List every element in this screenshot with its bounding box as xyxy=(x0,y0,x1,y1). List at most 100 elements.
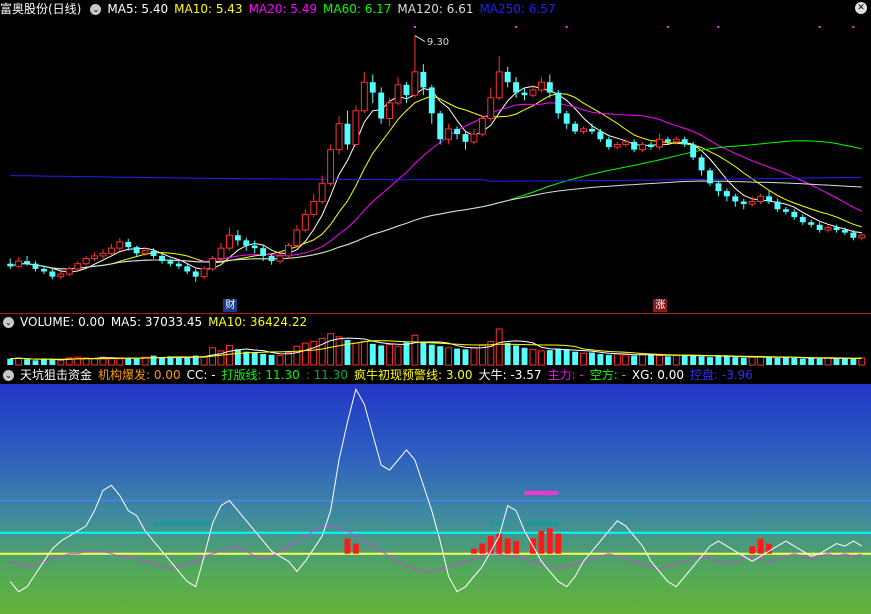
volume-bar xyxy=(301,342,309,366)
candle xyxy=(125,241,132,248)
volume-bar xyxy=(445,347,453,366)
candle xyxy=(748,200,756,205)
price-legend: 富奥股份(日线) ⌄ MA5: 5.40 MA10: 5.43 MA20: 5.49… xyxy=(0,0,568,18)
candle xyxy=(293,229,301,247)
chevron-down-icon[interactable]: ⌄ xyxy=(3,369,14,381)
candle xyxy=(454,128,461,135)
candle xyxy=(833,227,840,230)
candle xyxy=(622,141,630,145)
ma-line-MA20 xyxy=(10,102,863,270)
volume-bar xyxy=(394,345,402,366)
volume-bar xyxy=(276,355,284,366)
volume-bar xyxy=(310,341,318,366)
chevron-down-icon[interactable]: ⌄ xyxy=(3,316,14,328)
volume-bar xyxy=(234,349,241,365)
candle xyxy=(285,245,292,257)
signal-dot xyxy=(717,26,720,28)
volume-ma10-line xyxy=(10,340,862,360)
volume-bar xyxy=(537,350,545,366)
volume-bar xyxy=(748,356,756,366)
volume-bar xyxy=(580,352,587,366)
candle xyxy=(597,131,604,140)
volume-bar xyxy=(91,358,98,366)
signal-bar xyxy=(479,543,486,554)
signal-bar xyxy=(352,543,359,554)
indicator-label-9: XG: 0.00 xyxy=(631,368,684,382)
close-icon[interactable]: ✕ xyxy=(855,2,867,14)
ma-label-0: MA5: 5.40 xyxy=(107,2,169,16)
candle xyxy=(335,123,343,151)
earnings-tag[interactable]: 财 xyxy=(223,299,238,312)
candle xyxy=(192,271,199,277)
volume-bar xyxy=(639,354,647,366)
indicator-chart xyxy=(0,387,871,593)
candle xyxy=(555,92,562,114)
volume-bar xyxy=(495,328,503,366)
volume-bar xyxy=(774,357,781,365)
volume-bar xyxy=(251,352,258,365)
volume-bar xyxy=(698,356,705,365)
ma-line-MA250 xyxy=(10,175,862,182)
candle xyxy=(184,266,191,272)
volume-bar xyxy=(605,354,612,365)
candle xyxy=(799,217,806,223)
candle xyxy=(690,144,697,158)
candle xyxy=(251,245,258,249)
candle xyxy=(310,200,318,215)
candle xyxy=(672,138,680,143)
candle xyxy=(209,258,217,270)
chevron-down-icon[interactable]: ⌄ xyxy=(90,3,102,15)
volume-bar xyxy=(268,354,275,365)
candle xyxy=(715,183,722,192)
candle xyxy=(225,234,233,249)
candle xyxy=(420,71,427,88)
ma-labels: MA5: 5.40 MA10: 5.43 MA20: 5.49 MA60: 6.17 M… xyxy=(107,0,561,18)
volume-bar xyxy=(184,357,191,365)
ma-label-3: MA60: 6.17 xyxy=(323,2,392,16)
volume-bar xyxy=(49,359,56,365)
candle xyxy=(495,71,503,99)
candle xyxy=(513,82,520,93)
volume-bar xyxy=(150,355,157,365)
candle xyxy=(816,224,823,230)
candle xyxy=(589,128,595,132)
ma-label-5: MA250: 6.57 xyxy=(479,2,556,16)
candle xyxy=(572,123,579,132)
signal-bar xyxy=(555,533,562,554)
candle xyxy=(850,232,857,238)
volume-bar xyxy=(327,333,335,366)
limit-up-tag[interactable]: 涨 xyxy=(653,299,668,312)
signal-dot xyxy=(818,26,821,28)
candle xyxy=(437,113,444,140)
candle xyxy=(698,157,705,171)
candle xyxy=(268,255,275,262)
volume-bar xyxy=(681,354,688,365)
volume-bar xyxy=(740,357,747,365)
signal-bar xyxy=(757,538,764,554)
indicator-label-3: 打版线: 11.30 xyxy=(221,368,300,382)
candle xyxy=(82,258,90,265)
volume-bar xyxy=(243,351,250,365)
candle xyxy=(631,141,638,150)
chart-title: 富奥股份(日线) xyxy=(0,2,82,16)
candle xyxy=(546,82,553,93)
volume-bar xyxy=(428,344,435,365)
indicator-label-6: 大牛: -3.57 xyxy=(478,368,542,382)
volume-bar xyxy=(175,357,182,365)
ma-label-1: MA10: 5.43 xyxy=(174,2,243,16)
volume-label-1: MA5: 37033.45 xyxy=(110,315,203,329)
volume-bar xyxy=(672,355,680,366)
candle xyxy=(74,263,82,270)
signal-dot xyxy=(666,26,669,28)
volume-bar xyxy=(572,351,579,365)
indicator-label-0: 天坑狙击资金 xyxy=(20,368,93,382)
candle xyxy=(521,92,528,96)
candle xyxy=(504,71,511,83)
candle xyxy=(141,250,149,254)
volume-bar xyxy=(555,348,562,365)
volume-label-0: VOLUME: 0.00 xyxy=(20,315,105,329)
candle xyxy=(40,268,47,272)
candle xyxy=(243,240,250,246)
candle xyxy=(808,222,815,225)
volume-bar xyxy=(57,359,65,366)
